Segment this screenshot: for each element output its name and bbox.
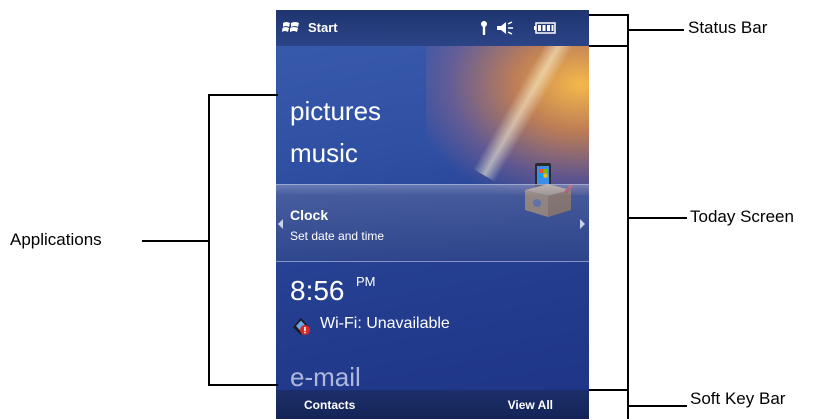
antenna-icon[interactable] — [477, 20, 491, 36]
clock-item[interactable]: Clock Set date and time — [276, 184, 589, 262]
today-screen-leader — [629, 217, 687, 219]
applications-bracket-vertical — [208, 94, 210, 386]
status-bar-bracket-bottom — [589, 45, 629, 47]
soft-key-bar-leader — [629, 405, 687, 407]
music-link[interactable]: music — [290, 138, 358, 169]
clock-title: Clock — [290, 207, 329, 223]
status-bar-bracket-top — [589, 14, 629, 16]
battery-icon[interactable] — [534, 20, 558, 36]
today-screen-callout: Today Screen — [690, 207, 794, 226]
email-link[interactable]: e-mail — [290, 362, 361, 393]
soft-key-bar-callout: Soft Key Bar — [690, 389, 786, 408]
start-label[interactable]: Start — [308, 20, 338, 35]
soft-key-bar-bracket-top — [589, 389, 629, 391]
applications-bracket-bottom — [208, 384, 278, 386]
contacts-soft-key[interactable]: Contacts — [304, 398, 355, 412]
time-ampm: PM — [356, 274, 376, 289]
applications-callout: Applications — [10, 230, 102, 249]
pictures-link[interactable]: pictures — [290, 96, 381, 127]
wifi-status-text[interactable]: Wi-Fi: Unavailable — [320, 315, 450, 333]
previous-arrow-icon[interactable] — [278, 219, 283, 229]
next-arrow-icon[interactable] — [580, 219, 585, 229]
view-all-soft-key[interactable]: View All — [508, 398, 553, 412]
speaker-icon[interactable] — [495, 20, 515, 36]
wifi-status-icon — [293, 318, 310, 335]
status-bar-leader — [629, 29, 684, 31]
status-bar-callout: Status Bar — [688, 18, 768, 37]
soft-key-bar: Contacts View All — [276, 390, 589, 419]
applications-leader — [142, 240, 208, 242]
status-bar: Start — [276, 10, 589, 46]
clock-subtitle: Set date and time — [290, 229, 385, 243]
windows-flag-icon[interactable] — [282, 20, 300, 35]
current-time[interactable]: 8:56 — [290, 275, 345, 307]
applications-bracket-top — [208, 94, 278, 96]
device-screen: Start pictures music Clock Set date and … — [276, 10, 589, 419]
